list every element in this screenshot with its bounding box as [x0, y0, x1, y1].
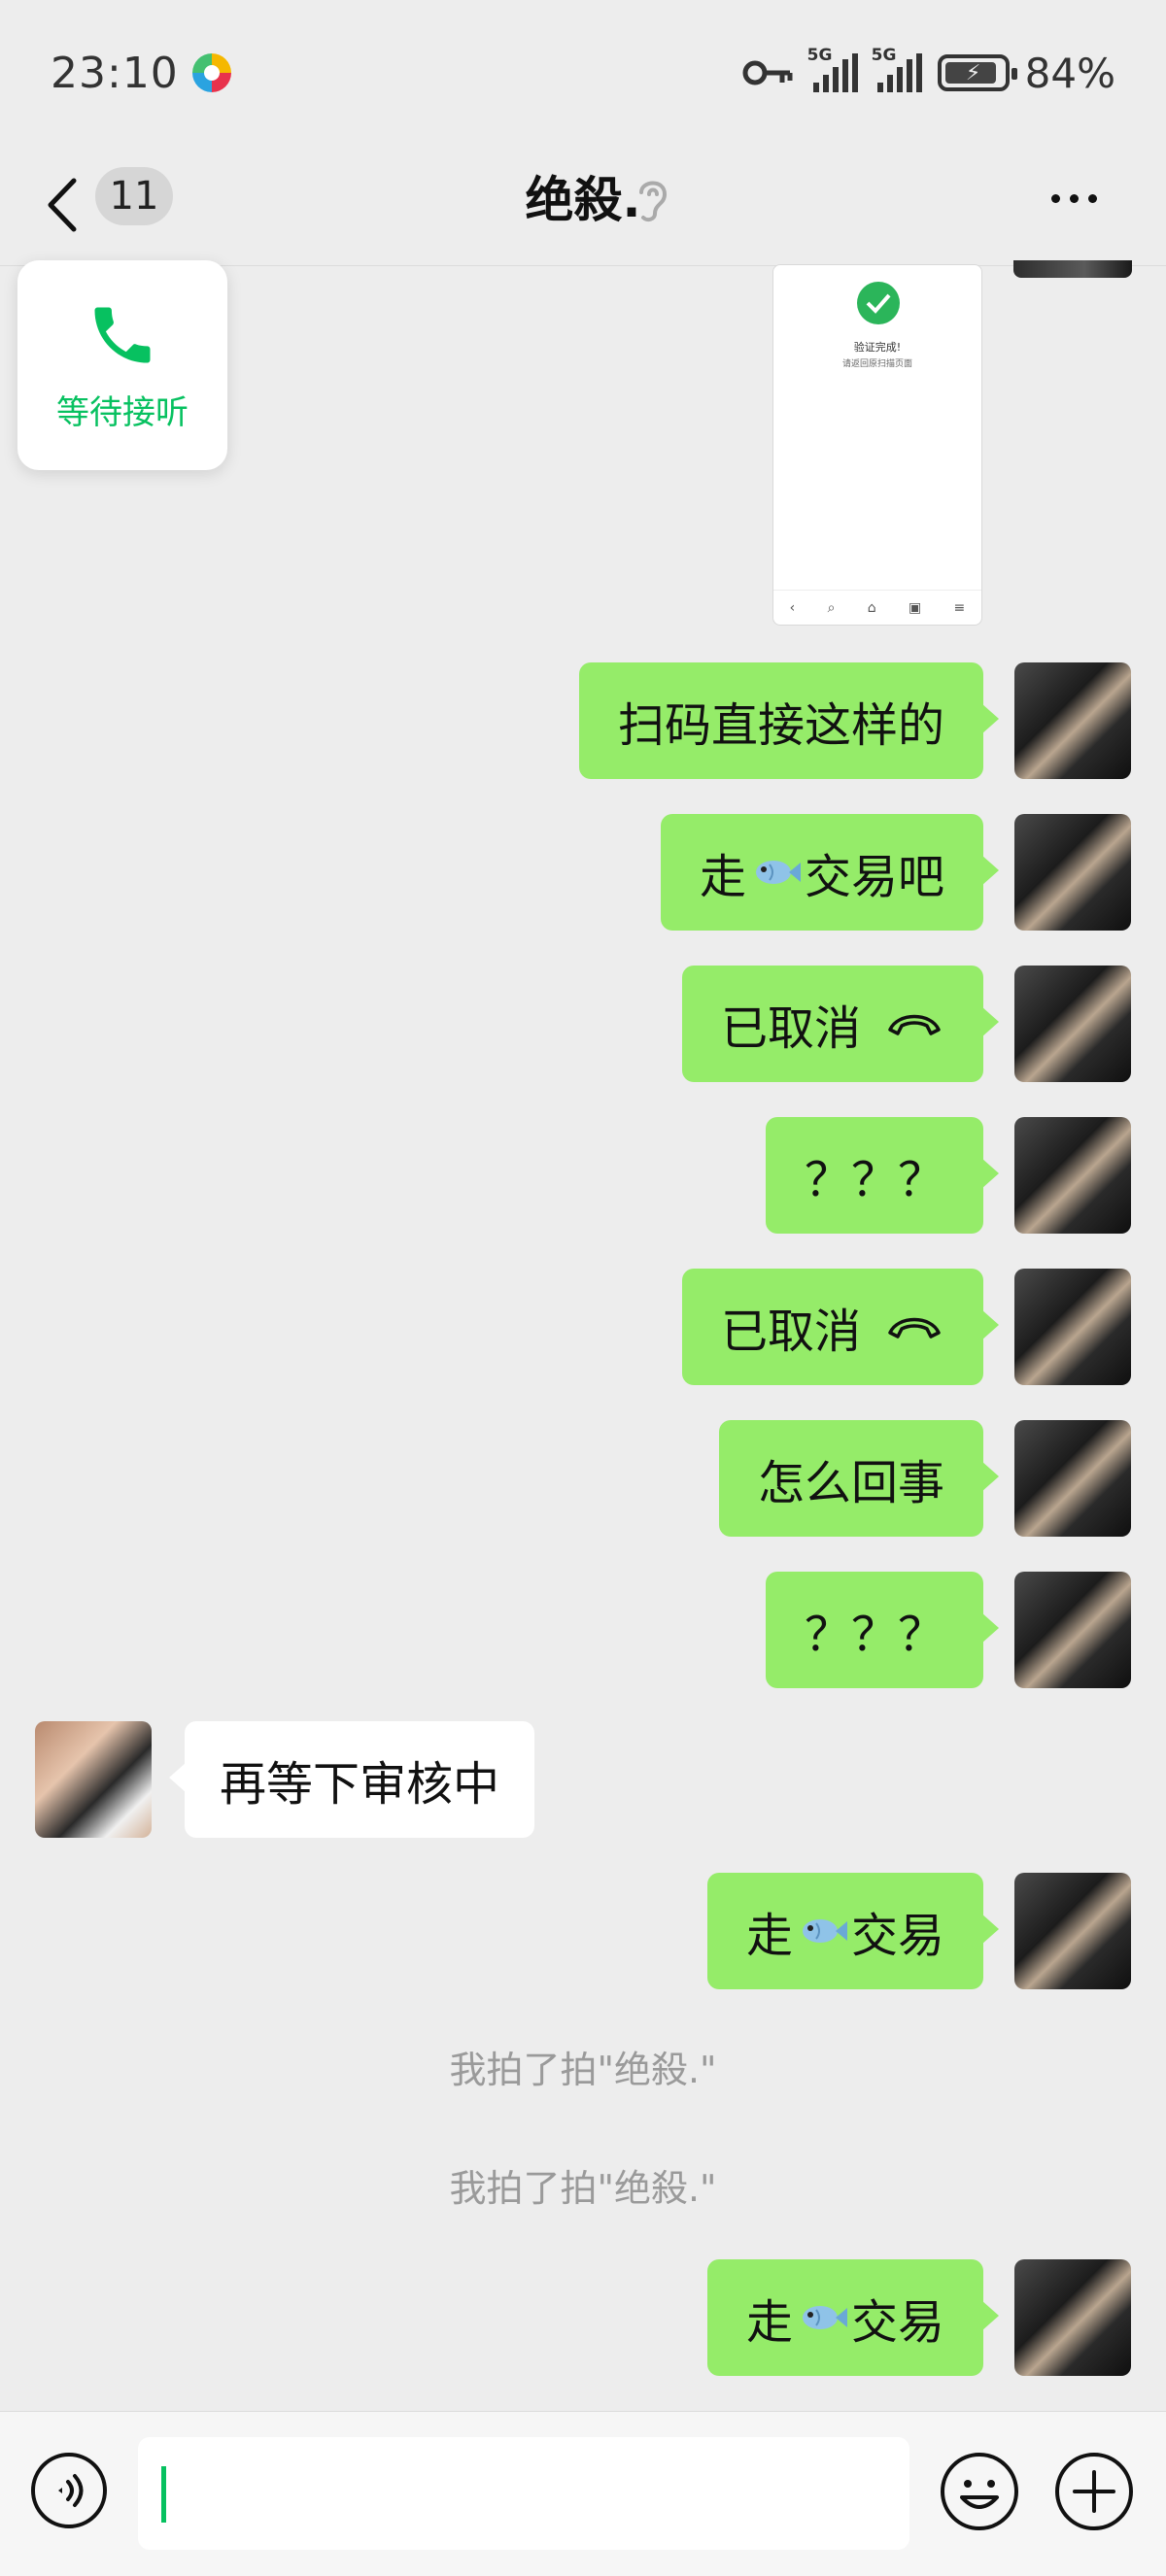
message-bubble-out[interactable]: 走 交易吧 — [660, 814, 1000, 931]
message-text: 交易吧 — [804, 850, 944, 904]
avatar[interactable] — [1014, 966, 1131, 1082]
text-caret — [161, 2466, 166, 2523]
message-row: 走 交易吧 — [206, 814, 1000, 931]
message-bubble-in[interactable]: 再等下审核中 — [168, 1721, 535, 1838]
message-row: 已取消 — [206, 966, 1000, 1082]
app-icon — [191, 53, 231, 92]
message-row: 已取消 — [206, 1269, 1000, 1385]
call-cancelled-bubble[interactable]: 已取消 — [681, 1269, 1000, 1385]
message-text: 走 — [745, 1909, 793, 1963]
signal-icon: 5G — [872, 46, 922, 92]
fish-emoji-icon — [755, 861, 801, 884]
image-message[interactable]: 验证完成! 请返回原扫描页面 ‹ ⌕ ⌂ ▣ ≡ — [772, 264, 982, 626]
image-text-subtitle: 请返回原扫描页面 — [841, 359, 912, 369]
avatar[interactable] — [1014, 1873, 1131, 1989]
image-nav-glyph: ⌂ — [867, 599, 876, 616]
battery-percent: 84% — [1024, 49, 1115, 97]
hang-up-icon — [888, 1317, 941, 1339]
message-bubble-out[interactable]: ？？？ — [765, 1572, 1000, 1688]
status-bar: 23:10 5G 5G ⚡ 84% — [0, 0, 1166, 146]
system-message: 我拍了拍"绝殺." — [449, 2049, 717, 2091]
avatar[interactable] — [1014, 1420, 1131, 1537]
message-bubble-out[interactable]: 走 交易 — [706, 1873, 1000, 1989]
waiting-call-card[interactable]: 等待接听 — [17, 260, 227, 470]
call-status-label: 等待接听 — [56, 392, 189, 432]
system-message: 我拍了拍"绝殺." — [449, 2167, 717, 2210]
check-circle-icon — [857, 282, 900, 324]
plus-icon[interactable] — [1053, 2451, 1135, 2532]
chat-header: 11 绝殺. — [0, 146, 1166, 266]
signal-label: 5G — [806, 46, 833, 65]
message-row: 怎么回事 — [206, 1420, 1000, 1537]
message-row: 走 交易 — [206, 2259, 1000, 2376]
avatar[interactable] — [1014, 2259, 1131, 2376]
avatar[interactable] — [1014, 1117, 1131, 1234]
message-input[interactable] — [138, 2437, 909, 2550]
signal-icon: 5G — [807, 46, 858, 92]
message-bubble-out[interactable]: 走 交易 — [706, 2259, 1000, 2376]
image-nav-row: ‹ ⌕ ⌂ ▣ ≡ — [773, 590, 981, 625]
avatar[interactable] — [1014, 1572, 1131, 1688]
key-icon — [742, 60, 793, 85]
ear-icon — [639, 181, 668, 222]
contact-avatar[interactable] — [35, 1721, 152, 1838]
image-nav-glyph: ≡ — [953, 599, 966, 616]
message-text: 交易 — [850, 1909, 944, 1963]
message-row: 扫码直接这样的 — [206, 662, 1000, 779]
message-row: 再等下审核中 — [168, 1721, 962, 1838]
message-bubble-out[interactable]: 扫码直接这样的 — [578, 662, 1000, 779]
message-bubble-out[interactable]: ？？？ — [765, 1117, 1000, 1234]
avatar[interactable] — [1014, 1269, 1131, 1385]
image-nav-glyph: ⌕ — [827, 599, 836, 616]
battery-charging-icon: ⚡ — [937, 54, 1017, 91]
fish-emoji-icon — [802, 2306, 847, 2329]
hang-up-icon — [888, 1014, 941, 1035]
image-nav-glyph: ▣ — [908, 599, 922, 616]
emoji-icon[interactable] — [939, 2451, 1020, 2532]
status-time: 23:10 — [51, 48, 179, 98]
image-text-title: 验证完成! — [853, 341, 902, 354]
more-options-button[interactable] — [1051, 179, 1110, 218]
fish-emoji-icon — [802, 1919, 847, 1943]
message-text: 走 — [699, 850, 746, 904]
avatar[interactable] — [1014, 814, 1131, 931]
message-row: ？？？ — [206, 1572, 1000, 1688]
chat-title: 绝殺. — [525, 172, 641, 228]
message-text: 交易 — [850, 2295, 944, 2350]
message-bubble-out[interactable]: 怎么回事 — [718, 1420, 1000, 1537]
voice-icon[interactable] — [29, 2451, 109, 2530]
message-text: 已取消 — [720, 1001, 861, 1056]
message-text: 走 — [745, 2295, 793, 2350]
avatar[interactable] — [1014, 662, 1131, 779]
phone-icon — [94, 307, 151, 362]
message-text: 已取消 — [720, 1305, 861, 1359]
call-cancelled-bubble[interactable]: 已取消 — [681, 966, 1000, 1082]
avatar[interactable] — [1013, 260, 1132, 278]
message-row: ？？？ — [206, 1117, 1000, 1234]
signal-label: 5G — [871, 46, 897, 65]
image-nav-glyph: ‹ — [789, 599, 796, 616]
input-bar — [0, 2411, 1166, 2576]
message-row: 走 交易 — [206, 1873, 1000, 1989]
